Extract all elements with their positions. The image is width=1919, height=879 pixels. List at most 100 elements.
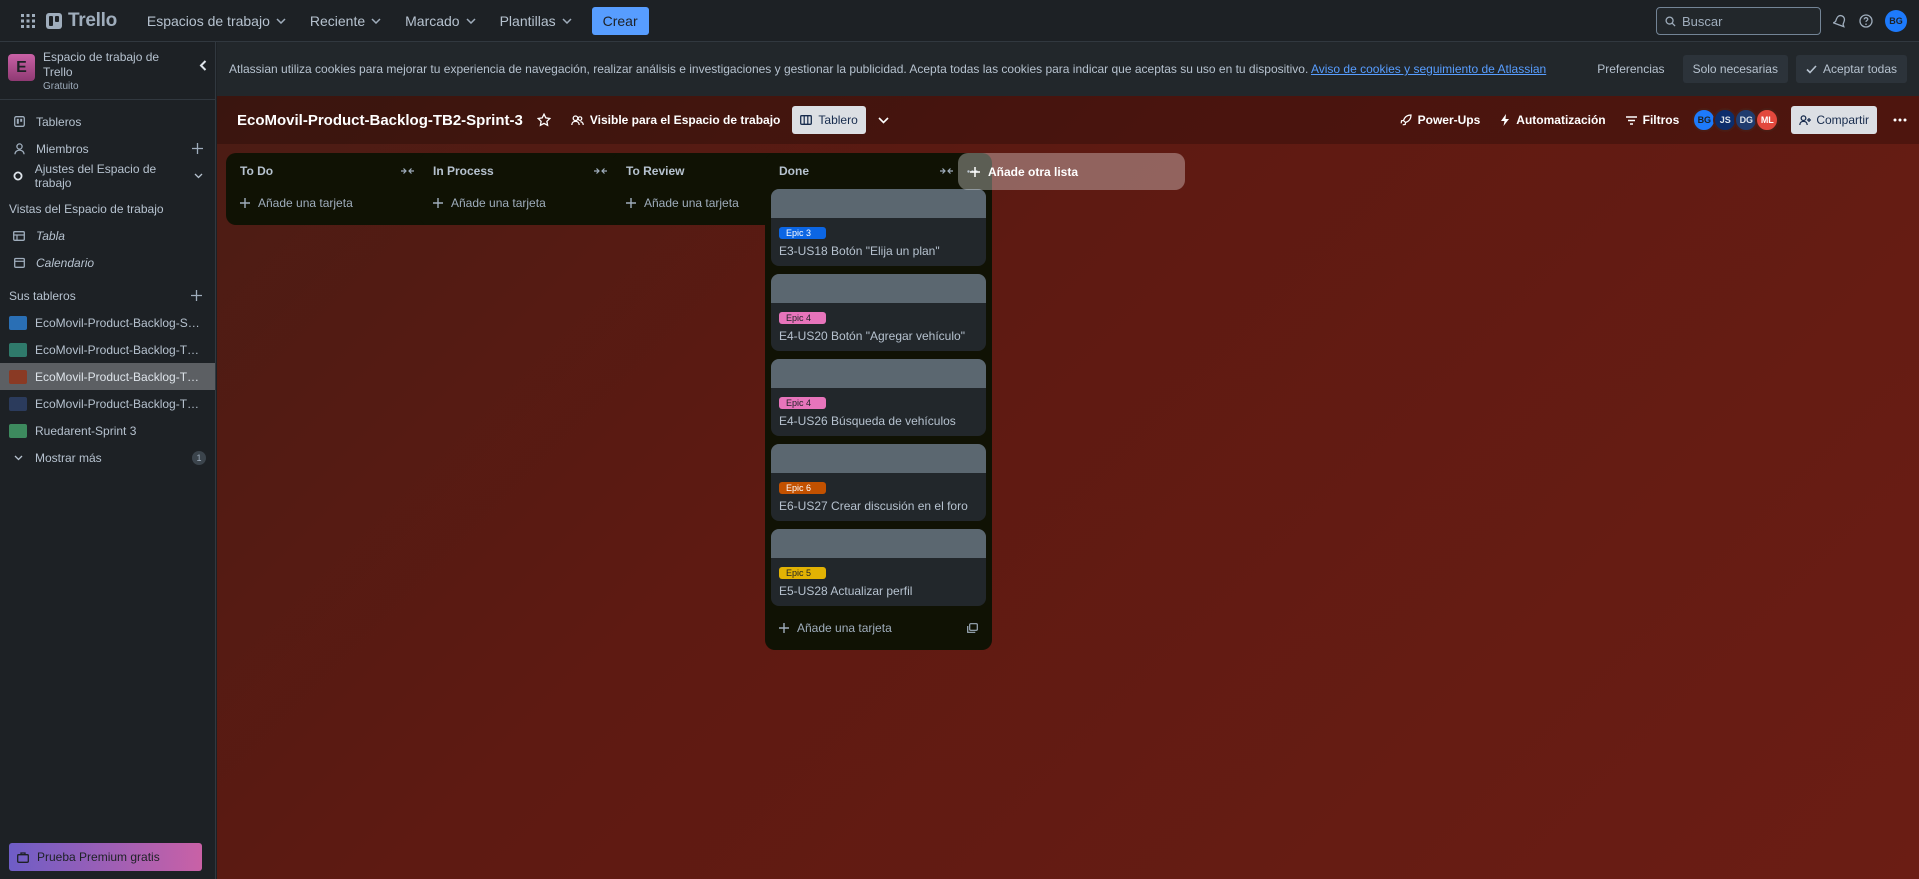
show-more-count-badge: 1 [192,450,206,465]
add-board-plus-icon[interactable] [191,290,202,301]
nav-label: Reciente [309,12,366,29]
sidebar-view-calendar[interactable]: Calendario [0,249,215,276]
card-title: E4-US20 Botón "Agregar vehículo" [779,329,965,343]
add-card-button[interactable]: Añade una tarjeta [771,614,986,642]
sidebar-board-item[interactable]: EcoMovil-Product-Backlog-TB1-Sprint-2 [0,336,215,363]
list-title[interactable]: To Do [240,164,401,178]
board-label: EcoMovil-Product-Backlog-Sprint-1 [35,315,205,330]
list-title[interactable]: To Review [626,164,787,178]
add-member-plus-icon[interactable] [192,143,203,154]
premium-trial-button[interactable]: Prueba Premium gratis [9,843,202,871]
list-title[interactable]: Done [779,164,940,178]
plus-icon [626,198,636,208]
sidebar-board-item[interactable]: EcoMovil-Product-Backlog-Sprint-1 [0,309,215,336]
add-another-list-button[interactable]: Añade otra lista [958,153,1185,190]
add-card-label: Añade una tarjeta [644,196,739,210]
star-icon[interactable] [536,113,551,127]
sidebar-item-members[interactable]: Miembros [0,135,215,162]
cookie-accept-all-button[interactable]: Aceptar todas [1795,55,1907,83]
app-switcher-grid-icon[interactable] [12,5,44,37]
sidebar-board-item[interactable]: Ruedarent-Sprint 3 [0,417,215,444]
sidebar-item-label: Calendario [36,255,95,270]
create-button[interactable]: Crear [591,6,649,35]
board-canvas: Atlassian utiliza cookies para mejorar t… [217,42,1919,879]
card[interactable]: Epic 4 E4-US26 Búsqueda de vehículos [771,359,986,436]
more-menu-icon[interactable] [1893,118,1907,122]
card-template-icon[interactable] [967,623,978,633]
notifications-bell-icon[interactable] [1833,14,1847,28]
workspace-plan: Gratuito [43,81,79,92]
card[interactable]: Epic 4 E4-US20 Botón "Agregar vehículo" [771,274,986,351]
card[interactable]: Epic 6 E6-US27 Crear discusión en el for… [771,444,986,521]
board-thumbnail [9,315,27,330]
show-more-label: Mostrar más [35,450,102,465]
card-label-epic[interactable]: Epic 4 [779,312,826,324]
share-label: Compartir [1816,113,1869,127]
show-more-boards[interactable]: Mostrar más 1 [0,444,215,471]
chevron-down-icon [9,455,27,461]
board-thumbnail [9,423,27,438]
chevron-down-icon [194,173,203,179]
workspace-logo[interactable]: E [8,54,35,81]
sidebar-board-item-active[interactable]: EcoMovil-Product-Backlog-TB2-Sprint-3 [0,363,215,390]
filters-button[interactable]: Filtros [1618,106,1688,134]
card-label-epic[interactable]: Epic 5 [779,567,826,579]
nav-starred-dropdown[interactable]: Marcado [393,5,487,37]
board-title[interactable]: EcoMovil-Product-Backlog-TB2-Sprint-3 [237,112,523,129]
nav-workspaces-dropdown[interactable]: Espacios de trabajo [135,5,298,37]
help-icon[interactable] [1859,14,1873,28]
lightning-icon [1500,114,1510,126]
plus-icon [240,198,250,208]
card[interactable]: Epic 5 E5-US28 Actualizar perfil [771,529,986,606]
sidebar-item-label: Tableros [36,114,82,129]
automation-button[interactable]: Automatización [1492,106,1613,134]
board-label: EcoMovil-Product-Backlog-TB1-Sprint-2 [35,342,205,357]
powerups-button[interactable]: Power-Ups [1392,106,1489,134]
card-label-epic[interactable]: Epic 4 [779,397,826,409]
views-chevron-down-icon[interactable] [878,116,889,124]
user-avatar[interactable]: BG [1885,10,1907,32]
card[interactable]: Epic 3 E3-US18 Botón "Elija un plan" [771,189,986,266]
sidebar-board-item[interactable]: EcoMovil-Product-Backlog-TP-Sprint-4 [0,390,215,417]
sidebar-view-table[interactable]: Tabla [0,222,215,249]
cookie-preferences-button[interactable]: Preferencias [1587,55,1674,83]
collapse-sidebar-chevron-left-icon[interactable] [199,60,207,71]
cookie-only-necessary-button[interactable]: Solo necesarias [1682,55,1788,83]
add-card-label: Añade una tarjeta [797,621,892,635]
cookie-policy-link[interactable]: Aviso de cookies y seguimiento de Atlass… [1311,62,1546,76]
list-header: In Process [425,153,640,189]
collapse-list-icon[interactable] [594,167,607,175]
nav-recent-dropdown[interactable]: Reciente [298,5,393,37]
add-card-button[interactable]: Añade una tarjeta [425,189,640,217]
workspace-sidebar: E Espacio de trabajo de Trello Gratuito … [0,42,216,879]
sidebar-item-workspace-settings[interactable]: Ajustes del Espacio de trabajo [0,161,215,190]
person-icon [12,142,26,155]
check-icon [1806,64,1817,74]
card-label-epic[interactable]: Epic 6 [779,482,826,494]
board-header: EcoMovil-Product-Backlog-TB2-Sprint-3 Vi… [217,96,1919,144]
board-view-button[interactable]: Tablero [792,106,866,134]
collapse-list-icon[interactable] [940,167,953,175]
calendar-icon [12,257,26,268]
card-title: E6-US27 Crear discusión en el foro [779,499,968,513]
add-card-button[interactable]: Añade una tarjeta [232,189,447,217]
search-input[interactable]: Buscar [1656,7,1821,35]
sidebar-item-boards[interactable]: Tableros [0,108,215,135]
accept-all-label: Aceptar todas [1822,62,1897,76]
nav-templates-dropdown[interactable]: Plantillas [488,5,584,37]
member-avatar[interactable]: ML [1755,108,1780,132]
visibility-button[interactable]: Visible para el Espacio de trabajo [563,106,789,134]
list-title[interactable]: In Process [433,164,594,178]
card-label-epic[interactable]: Epic 3 [779,227,826,239]
sidebar-item-label: Ajustes del Espacio de trabajo [34,161,157,190]
collapse-list-icon[interactable] [401,167,414,175]
board-view-label: Tablero [818,113,858,127]
share-button[interactable]: Compartir [1791,106,1877,134]
filter-icon [1625,115,1637,125]
visibility-label: Visible para el Espacio de trabajo [589,113,781,127]
board-thumbnail [9,396,27,411]
trello-logo[interactable]: Trello [46,10,117,32]
workspace-name[interactable]: Espacio de trabajo de Trello [43,50,173,80]
workspace-header: E Espacio de trabajo de Trello Gratuito [0,42,215,100]
plus-icon [970,166,980,177]
